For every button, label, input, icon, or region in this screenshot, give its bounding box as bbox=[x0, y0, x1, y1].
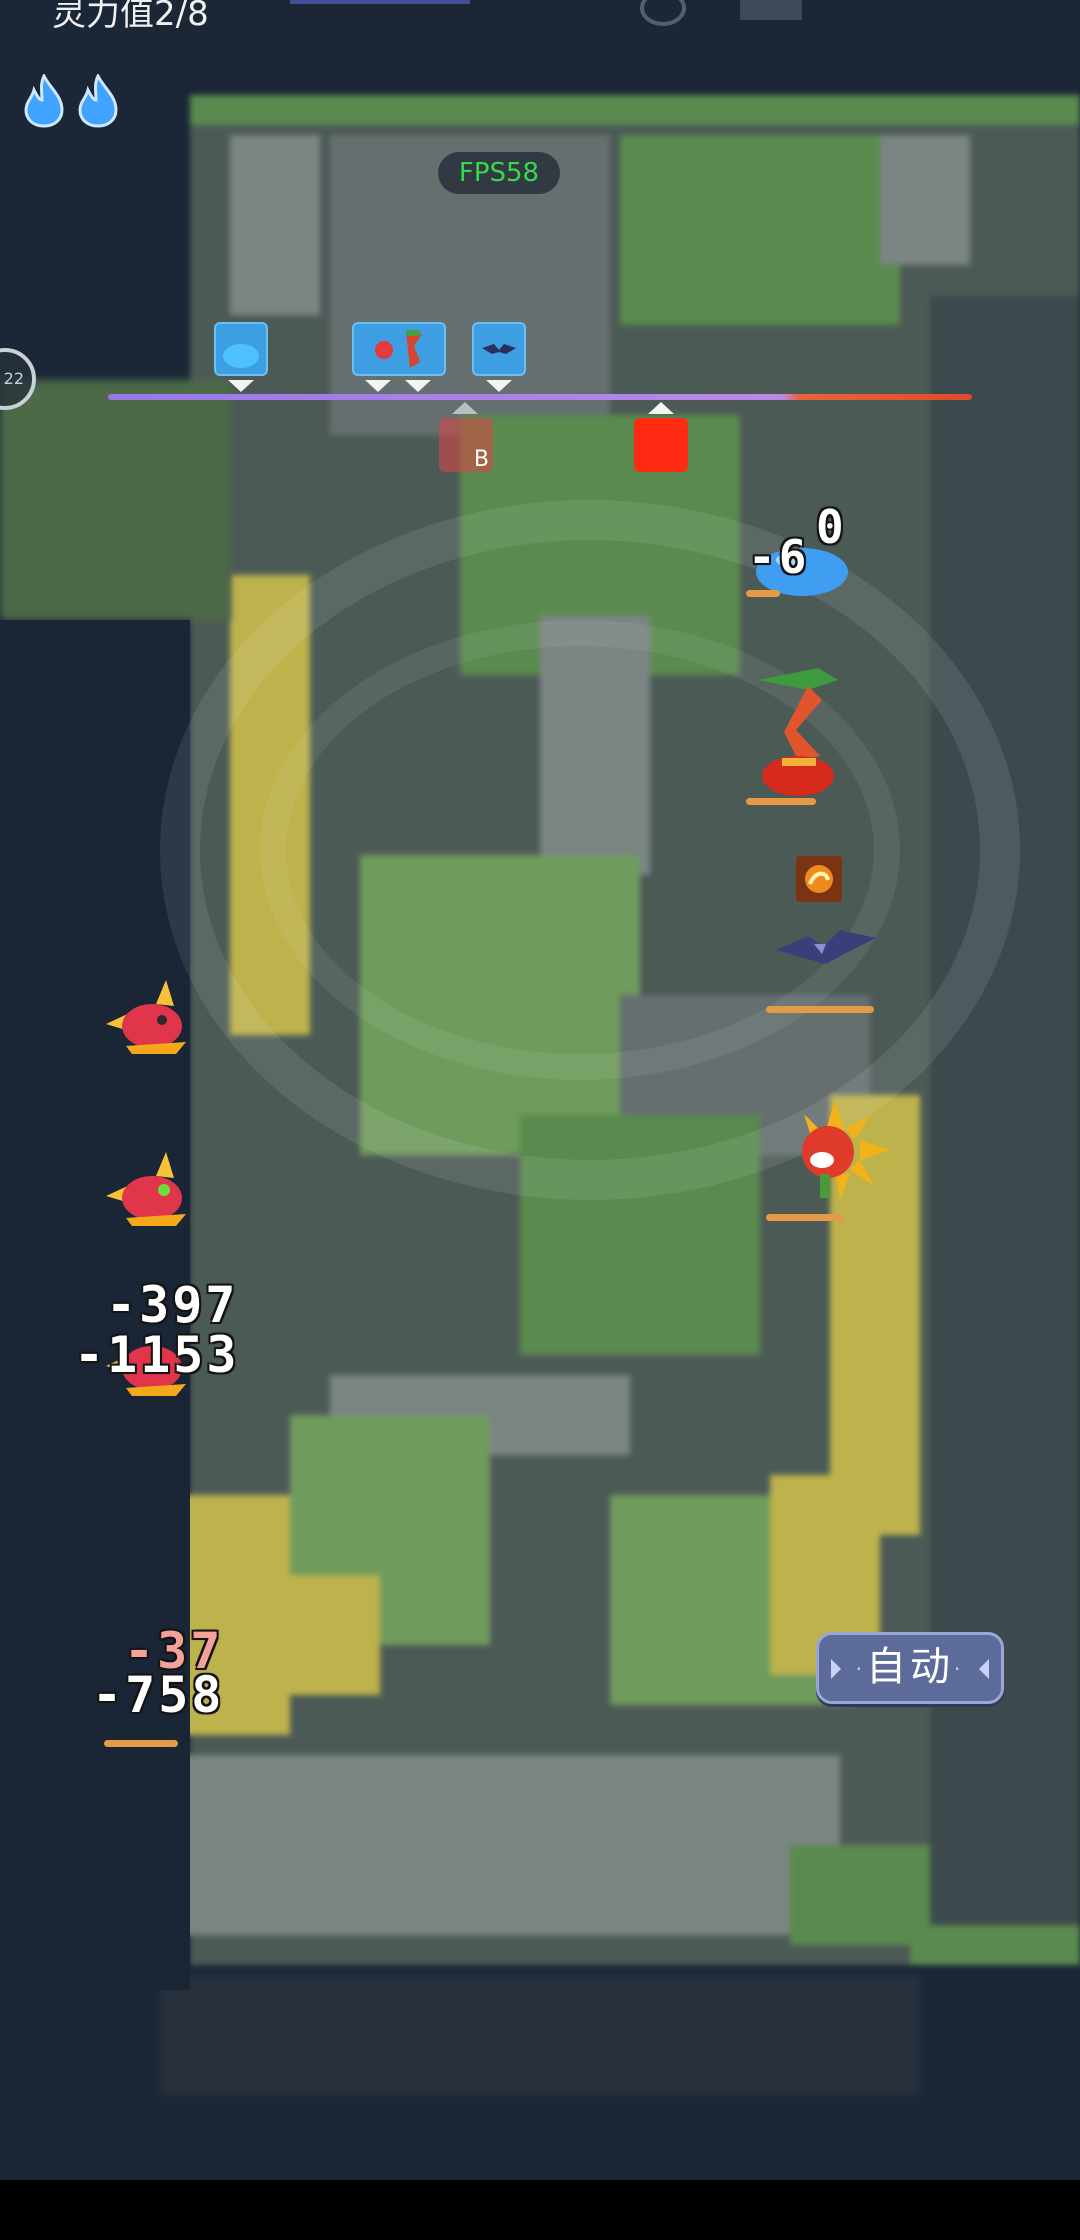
bat-icon bbox=[776, 930, 876, 964]
damage-number: -1153 bbox=[74, 1326, 240, 1384]
blue-flame-icon bbox=[24, 74, 64, 128]
turn-card-bat bbox=[472, 322, 526, 376]
plant-portrait-icon bbox=[375, 330, 422, 368]
turn-card-enemy-active bbox=[634, 418, 688, 472]
top-menu-icon bbox=[740, 0, 802, 20]
ally-bat[interactable] bbox=[774, 920, 878, 974]
red-dragon-icon bbox=[106, 1152, 186, 1226]
damage-number: 0 bbox=[816, 500, 847, 554]
top-ring-icon bbox=[640, 0, 686, 26]
red-dragon-icon bbox=[106, 980, 186, 1054]
bat-hp-bar bbox=[766, 1006, 874, 1013]
damage-number: -6 bbox=[748, 530, 810, 584]
spirit-flames bbox=[22, 74, 120, 128]
spirit-value-label: 灵力值2/8 bbox=[52, 0, 209, 34]
timeline-pointer-up bbox=[452, 402, 478, 414]
timeline-pointer bbox=[365, 380, 391, 392]
snake-plant-icon bbox=[758, 668, 838, 796]
sunflower-icon bbox=[802, 1100, 890, 1200]
timeline-pointer bbox=[405, 380, 431, 392]
dot-icon: · bbox=[954, 1657, 965, 1681]
turn-card-pair bbox=[352, 322, 446, 376]
buff-fire-icon-wrap bbox=[796, 856, 842, 906]
fire-buff-icon bbox=[796, 856, 842, 902]
damage-number: -758 bbox=[92, 1666, 225, 1724]
slime-portrait-icon bbox=[223, 344, 259, 368]
enemy-marker-letter: B bbox=[473, 447, 489, 472]
timeline-pointer bbox=[486, 380, 512, 392]
snake-plant-hp-bar bbox=[746, 798, 816, 805]
bat-portrait-icon bbox=[482, 344, 516, 354]
enemy-dragon-1[interactable] bbox=[96, 980, 196, 1064]
auto-button-label: 自动 bbox=[866, 1644, 954, 1690]
enemy-hp-bar bbox=[104, 1740, 178, 1747]
chevron-left-icon bbox=[831, 1659, 841, 1679]
turn-card-slime bbox=[214, 322, 268, 376]
battle-stage: 灵力值2/8 FPS58 22 B 0 -6 -397 -1153 -37 -7… bbox=[0, 0, 1080, 2180]
bottom-black-bar bbox=[0, 2180, 1080, 2240]
slime-hp-bar bbox=[746, 590, 780, 597]
ally-snake-plant[interactable] bbox=[748, 660, 858, 804]
turn-timeline bbox=[108, 394, 972, 400]
enemy-dragon-2[interactable] bbox=[96, 1152, 196, 1236]
blue-flame-icon bbox=[78, 74, 118, 128]
turn-card-enemy-b: B bbox=[439, 418, 493, 472]
map-left-strip bbox=[0, 380, 230, 620]
sunflower-hp-bar bbox=[766, 1214, 844, 1221]
fps-counter: FPS58 bbox=[438, 152, 560, 194]
timeline-pointer bbox=[228, 380, 254, 392]
timeline-pointer-up bbox=[648, 402, 674, 414]
ally-sunflower[interactable] bbox=[780, 1100, 890, 1214]
top-edge-line bbox=[290, 0, 470, 4]
dot-icon: · bbox=[855, 1657, 866, 1681]
auto-battle-button[interactable]: ·自动· bbox=[816, 1632, 1004, 1704]
chevron-right-icon bbox=[979, 1659, 989, 1679]
